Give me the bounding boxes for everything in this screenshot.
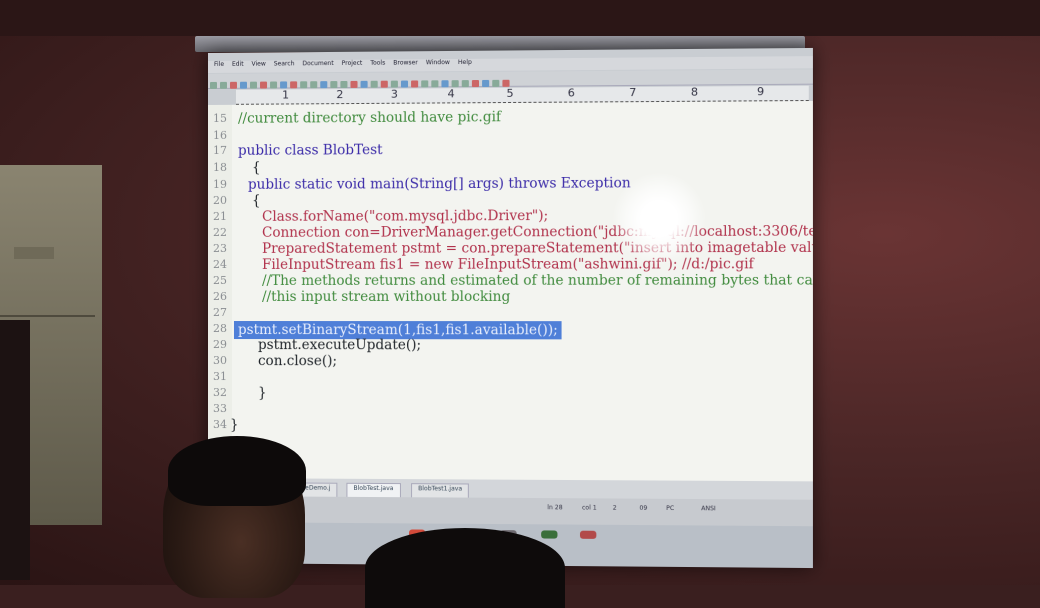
line-number: 18 bbox=[212, 160, 227, 174]
board-mark bbox=[14, 247, 54, 259]
code-text: } bbox=[229, 417, 239, 434]
toolbar-icon[interactable] bbox=[260, 81, 268, 89]
toolbar-icon[interactable] bbox=[431, 80, 439, 88]
line-number: 25 bbox=[212, 273, 227, 287]
menu-browser[interactable]: Browser bbox=[393, 59, 418, 66]
toolbar-icon[interactable] bbox=[451, 80, 459, 88]
code-text: public static void main(String[] args) t… bbox=[247, 175, 631, 193]
toolbar-icon[interactable] bbox=[360, 80, 368, 88]
toolbar-icon[interactable] bbox=[310, 81, 318, 89]
toolbar-icon[interactable] bbox=[290, 81, 298, 89]
toolbar-icon[interactable] bbox=[492, 79, 500, 87]
code-text: { bbox=[252, 159, 261, 176]
menu-search[interactable]: Search bbox=[274, 60, 295, 67]
menu-view[interactable]: View bbox=[252, 61, 266, 68]
line-number: 15 bbox=[212, 111, 227, 125]
toolbar-icon[interactable] bbox=[421, 80, 429, 88]
toolbar-icon[interactable] bbox=[370, 80, 378, 88]
toolbar-icon[interactable] bbox=[229, 81, 237, 89]
code-text: //this input stream without blocking bbox=[262, 288, 511, 305]
student-hair bbox=[168, 436, 306, 506]
ruler-mark: 2 bbox=[336, 88, 344, 102]
code-text: //current directory should have pic.gif bbox=[237, 109, 502, 127]
line-number: 26 bbox=[212, 289, 227, 303]
status-num: 09 bbox=[639, 504, 648, 512]
status-sel: 2 bbox=[612, 504, 617, 512]
toolbar-icon[interactable] bbox=[350, 80, 358, 88]
ruler-mark: 1 bbox=[282, 88, 290, 102]
toolbar-icon[interactable] bbox=[300, 81, 308, 89]
ruler-mark: 7 bbox=[629, 85, 637, 100]
line-number: 19 bbox=[212, 177, 227, 191]
wall-top bbox=[0, 0, 1040, 36]
menu-file[interactable]: File bbox=[214, 61, 224, 68]
code-text: pstmt.executeUpdate(); bbox=[258, 337, 422, 354]
status-encoding: ANSI bbox=[701, 505, 716, 513]
status-line: ln 28 bbox=[547, 504, 563, 512]
toolbar-icon[interactable] bbox=[441, 80, 449, 88]
ruler-mark: 3 bbox=[390, 87, 398, 101]
code-text: //The methods returns and estimated of t… bbox=[262, 272, 813, 289]
projector-glare bbox=[612, 172, 706, 265]
toolbar-icon[interactable] bbox=[270, 81, 278, 89]
code-editor[interactable]: 15 //current directory should have pic.g… bbox=[208, 100, 813, 487]
line-number: 29 bbox=[212, 338, 227, 352]
line-number: 24 bbox=[212, 257, 227, 271]
toolbar-icon[interactable] bbox=[280, 81, 288, 89]
line-number: 32 bbox=[212, 386, 227, 400]
toolbar-icon[interactable] bbox=[209, 81, 217, 89]
line-number: 34 bbox=[212, 418, 227, 432]
board-ledge bbox=[0, 315, 95, 317]
status-mode: PC bbox=[666, 504, 675, 513]
line-number: 27 bbox=[212, 305, 227, 320]
ruler-mark: 6 bbox=[567, 86, 575, 100]
toolbar-icon[interactable] bbox=[330, 81, 338, 89]
toolbar-icon[interactable] bbox=[239, 81, 247, 89]
status-col: col 1 bbox=[582, 504, 597, 512]
menu-project[interactable]: Project bbox=[342, 60, 363, 67]
menu-document[interactable]: Document bbox=[302, 60, 333, 67]
code-text: { bbox=[252, 192, 261, 209]
toolbar-icon[interactable] bbox=[320, 81, 328, 89]
line-number: 28 bbox=[212, 322, 227, 336]
line-number: 31 bbox=[212, 370, 227, 384]
code-text: PreparedStatement pstmt = con.prepareSta… bbox=[262, 239, 813, 257]
toolbar-icon[interactable] bbox=[380, 80, 388, 88]
toolbar-icon[interactable] bbox=[461, 80, 469, 88]
toolbar-icon[interactable] bbox=[502, 79, 510, 87]
menu-edit[interactable]: Edit bbox=[232, 61, 244, 68]
code-text: Class.forName("com.mysql.jdbc.Driver"); bbox=[262, 207, 549, 225]
line-number: 16 bbox=[212, 128, 227, 142]
line-number: 33 bbox=[212, 402, 227, 416]
code-text: con.close(); bbox=[258, 353, 338, 370]
left-shadow bbox=[0, 320, 30, 580]
toolbar-icon[interactable] bbox=[400, 80, 409, 88]
ruler-mark: 4 bbox=[447, 87, 455, 101]
code-text: Connection con=DriverManager.getConnecti… bbox=[262, 223, 813, 241]
ruler-mark: 9 bbox=[756, 85, 765, 99]
taskbar-app-icon[interactable] bbox=[541, 530, 558, 539]
toolbar-icon[interactable] bbox=[390, 80, 398, 88]
toolbar-icon[interactable] bbox=[482, 79, 490, 88]
taskbar-app-icon[interactable] bbox=[579, 530, 597, 539]
line-number: 17 bbox=[212, 143, 227, 157]
toolbar-icon[interactable] bbox=[250, 81, 258, 89]
line-number: 30 bbox=[212, 354, 227, 368]
ruler-mark: 8 bbox=[690, 85, 699, 99]
line-number: 21 bbox=[212, 209, 227, 223]
toolbar-icon[interactable] bbox=[340, 80, 348, 89]
line-number: 23 bbox=[212, 241, 227, 255]
toolbar-icon[interactable] bbox=[411, 80, 419, 88]
code-text: } bbox=[258, 385, 267, 402]
ruler-mark: 5 bbox=[506, 86, 514, 100]
menu-window[interactable]: Window bbox=[426, 59, 450, 66]
menu-tools[interactable]: Tools bbox=[370, 60, 385, 67]
student-head-silhouette bbox=[365, 528, 565, 608]
line-number: 22 bbox=[212, 225, 227, 239]
line-number: 20 bbox=[212, 193, 227, 207]
code-text: public class BlobTest bbox=[237, 142, 383, 159]
menu-help[interactable]: Help bbox=[458, 59, 472, 66]
toolbar-icon[interactable] bbox=[471, 79, 480, 88]
toolbar-icon[interactable] bbox=[219, 81, 227, 89]
